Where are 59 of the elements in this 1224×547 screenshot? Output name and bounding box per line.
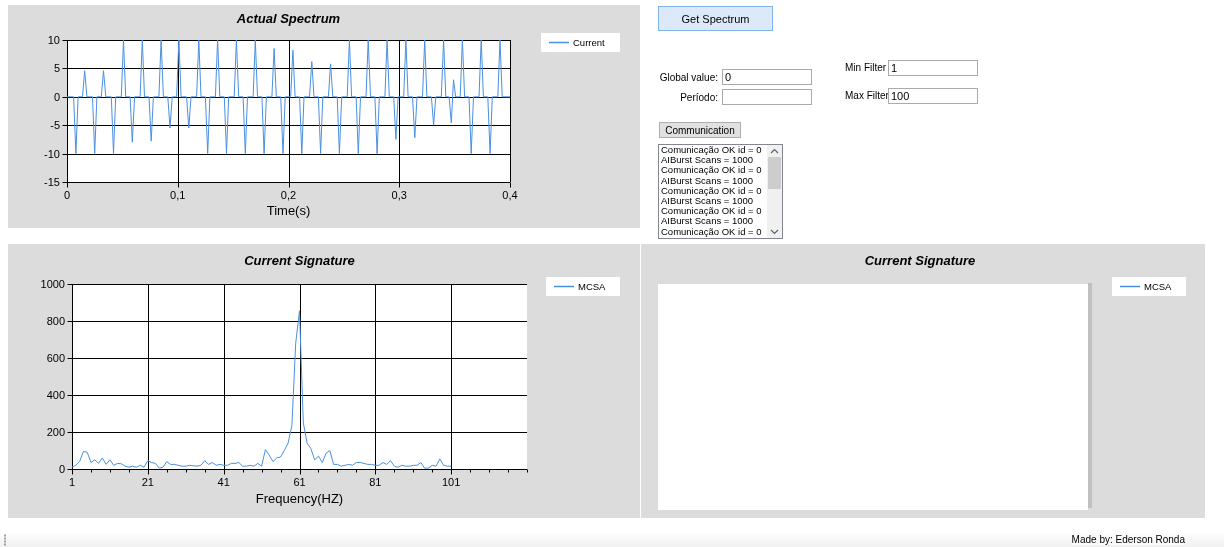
tick-label: 200 (46, 426, 65, 438)
tick-label: 41 (217, 475, 230, 488)
legend-swatch (1119, 285, 1141, 288)
legend-swatch (553, 285, 575, 288)
tick-label: 1000 (40, 278, 65, 290)
field-label: Período: (679, 91, 718, 103)
scrollbar[interactable] (767, 145, 782, 238)
input-field[interactable]: 100 (888, 87, 978, 104)
tick-label: 0,1 (170, 188, 186, 201)
legend-swatch (548, 41, 570, 44)
scroll-thumb[interactable] (768, 157, 781, 189)
tick-label: 61 (293, 475, 306, 488)
field-label: Min Filter (845, 62, 884, 73)
scroll-up-icon[interactable] (770, 148, 779, 154)
scroll-down-icon[interactable] (770, 229, 779, 235)
axis-title: Frequency(HZ) (255, 491, 344, 506)
legend-label: Current (573, 37, 605, 48)
chart-title: Actual Spectrum (236, 11, 341, 26)
log-entry[interactable]: Comunicação OK id = 0 (661, 226, 767, 237)
log-entry[interactable]: Comunicação OK id = 0 (661, 206, 767, 217)
input-field[interactable] (722, 89, 812, 105)
tick-label: 800 (46, 315, 65, 327)
tick-label: 0 (53, 90, 60, 103)
log-entry[interactable]: AIBurst Scans = 1000 (661, 175, 767, 186)
tick-label: 0,4 (502, 188, 518, 201)
input-field[interactable]: 1 (888, 59, 978, 76)
tick-label: -10 (44, 147, 60, 160)
tick-label: 600 (46, 352, 65, 364)
log-entry[interactable]: AIBurst Scans = 1000 (661, 216, 767, 227)
tick-label: -5 (50, 119, 60, 132)
log-entry[interactable]: Comunicação OK id = 0 (661, 185, 767, 196)
axis-title: Time(s) (266, 203, 311, 218)
log-entry[interactable]: Comunicação OK id = 0 (661, 165, 767, 176)
communication-button[interactable]: Communication (659, 122, 741, 138)
legend-label: MCSA (1144, 281, 1172, 292)
chart-title: Current Signature (244, 253, 355, 268)
tick-label: 1 (68, 475, 76, 488)
get-spectrum-button[interactable]: Get Spectrum (658, 6, 773, 31)
log-list[interactable]: Comunicação OK id = 0 AIBurst Scans = 1000 Comunicação OK id = 0 AIBurst Scans = 1000 Comunicação OK id = 0 AIBurst Scans = 1000 Comunicação OK id = 0 AIBurst Scans = 1000 Comunicação OK id = 0 (658, 144, 783, 239)
tick-label: 10 (47, 34, 60, 46)
log-entry[interactable]: AIBurst Scans = 1000 (661, 155, 767, 166)
field-label: Global value: (658, 71, 718, 83)
tick-label: 0,3 (391, 188, 407, 201)
status-text: Made by: Ederson Ronda (1071, 534, 1185, 545)
grip-icon (3, 533, 7, 546)
log-entry[interactable]: AIBurst Scans = 1000 (661, 196, 767, 207)
tick-label: 0 (58, 463, 65, 475)
tick-label: 81 (369, 475, 382, 488)
tick-label: -15 (44, 176, 60, 188)
tick-label: 5 (53, 62, 60, 75)
legend-label: MCSA (578, 281, 606, 292)
chart-title: Current Signature (864, 253, 976, 268)
log-entry[interactable]: Comunicação OK id = 0 (661, 145, 767, 156)
tick-label: 101 (442, 475, 461, 488)
tick-label: 21 (141, 475, 154, 488)
input-field[interactable]: 0 (722, 69, 812, 85)
tick-label: 400 (46, 389, 65, 401)
tick-label: 0 (63, 188, 71, 201)
tick-label: 0,2 (280, 188, 297, 201)
